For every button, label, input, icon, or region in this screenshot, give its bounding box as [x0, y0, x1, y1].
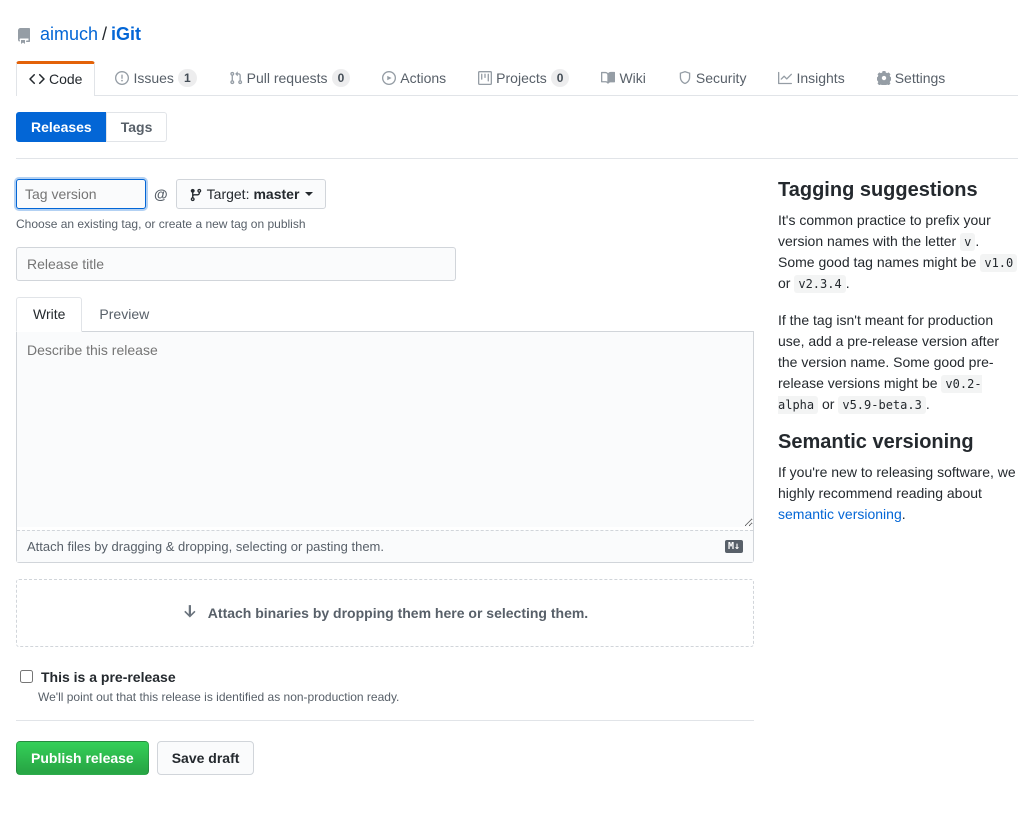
- download-arrow-icon: [182, 604, 200, 622]
- save-draft-button[interactable]: Save draft: [157, 741, 255, 775]
- tab-wiki[interactable]: Wiki: [589, 61, 657, 95]
- prerelease-sub: We'll point out that this release is ide…: [38, 690, 754, 704]
- pr-count: 0: [332, 69, 351, 87]
- project-icon: [478, 71, 492, 85]
- tag-version-input[interactable]: [16, 179, 146, 209]
- book-icon: [601, 71, 615, 85]
- semver-link[interactable]: semantic versioning: [778, 506, 902, 522]
- tagging-suggestions-title: Tagging suggestions: [778, 179, 1018, 202]
- tag-hint: Choose an existing tag, or create a new …: [16, 217, 754, 231]
- tab-security[interactable]: Security: [666, 61, 759, 95]
- pr-icon: [229, 71, 243, 85]
- breadcrumb-owner[interactable]: aimuch: [40, 24, 98, 45]
- tab-actions[interactable]: Actions: [370, 61, 458, 95]
- tagging-p1: It's common practice to prefix your vers…: [778, 210, 1018, 294]
- play-icon: [382, 71, 396, 85]
- semver-text: If you're new to releasing software, we …: [778, 462, 1018, 525]
- description-textarea[interactable]: [17, 332, 753, 527]
- prerelease-label[interactable]: This is a pre-release: [16, 667, 754, 686]
- graph-icon: [778, 71, 792, 85]
- subnav-releases[interactable]: Releases: [16, 112, 107, 142]
- breadcrumb-repo[interactable]: iGit: [111, 24, 141, 45]
- tab-projects[interactable]: Projects0: [466, 61, 581, 95]
- shield-icon: [678, 71, 692, 85]
- write-tab[interactable]: Write: [16, 297, 82, 332]
- gear-icon: [877, 71, 891, 85]
- releases-tags-subnav: Releases Tags: [16, 112, 1018, 142]
- preview-tab[interactable]: Preview: [82, 297, 166, 331]
- target-branch-dropdown[interactable]: Target: master: [176, 179, 327, 209]
- code-icon: [29, 71, 45, 87]
- write-preview-tabs: Write Preview: [16, 297, 754, 332]
- tab-pull-requests[interactable]: Pull requests0: [217, 61, 363, 95]
- repo-icon: [16, 24, 32, 45]
- caret-down-icon: [305, 192, 313, 196]
- repo-nav: Code Issues1 Pull requests0 Actions Proj…: [16, 61, 1018, 96]
- issues-count: 1: [178, 69, 197, 87]
- target-branch-value: master: [253, 186, 299, 202]
- markdown-icon[interactable]: M↓: [725, 540, 743, 553]
- breadcrumb-sep: /: [102, 24, 107, 45]
- tab-code[interactable]: Code: [16, 61, 95, 96]
- binaries-dropzone[interactable]: Attach binaries by dropping them here or…: [16, 579, 754, 647]
- semver-title: Semantic versioning: [778, 431, 1018, 454]
- tab-insights[interactable]: Insights: [766, 61, 856, 95]
- issue-icon: [115, 71, 129, 85]
- tab-issues[interactable]: Issues1: [103, 61, 208, 95]
- attach-hint[interactable]: Attach files by dragging & dropping, sel…: [27, 539, 384, 554]
- at-symbol: @: [154, 186, 168, 202]
- prerelease-checkbox[interactable]: [20, 670, 33, 683]
- tagging-p2: If the tag isn't meant for production us…: [778, 310, 1018, 415]
- projects-count: 0: [551, 69, 570, 87]
- branch-icon: [189, 186, 203, 202]
- publish-release-button[interactable]: Publish release: [16, 741, 149, 775]
- release-title-input[interactable]: [16, 247, 456, 281]
- subnav-tags[interactable]: Tags: [106, 112, 168, 142]
- divider: [16, 158, 1018, 159]
- breadcrumb: aimuch / iGit: [16, 16, 1018, 61]
- tab-settings[interactable]: Settings: [865, 61, 958, 95]
